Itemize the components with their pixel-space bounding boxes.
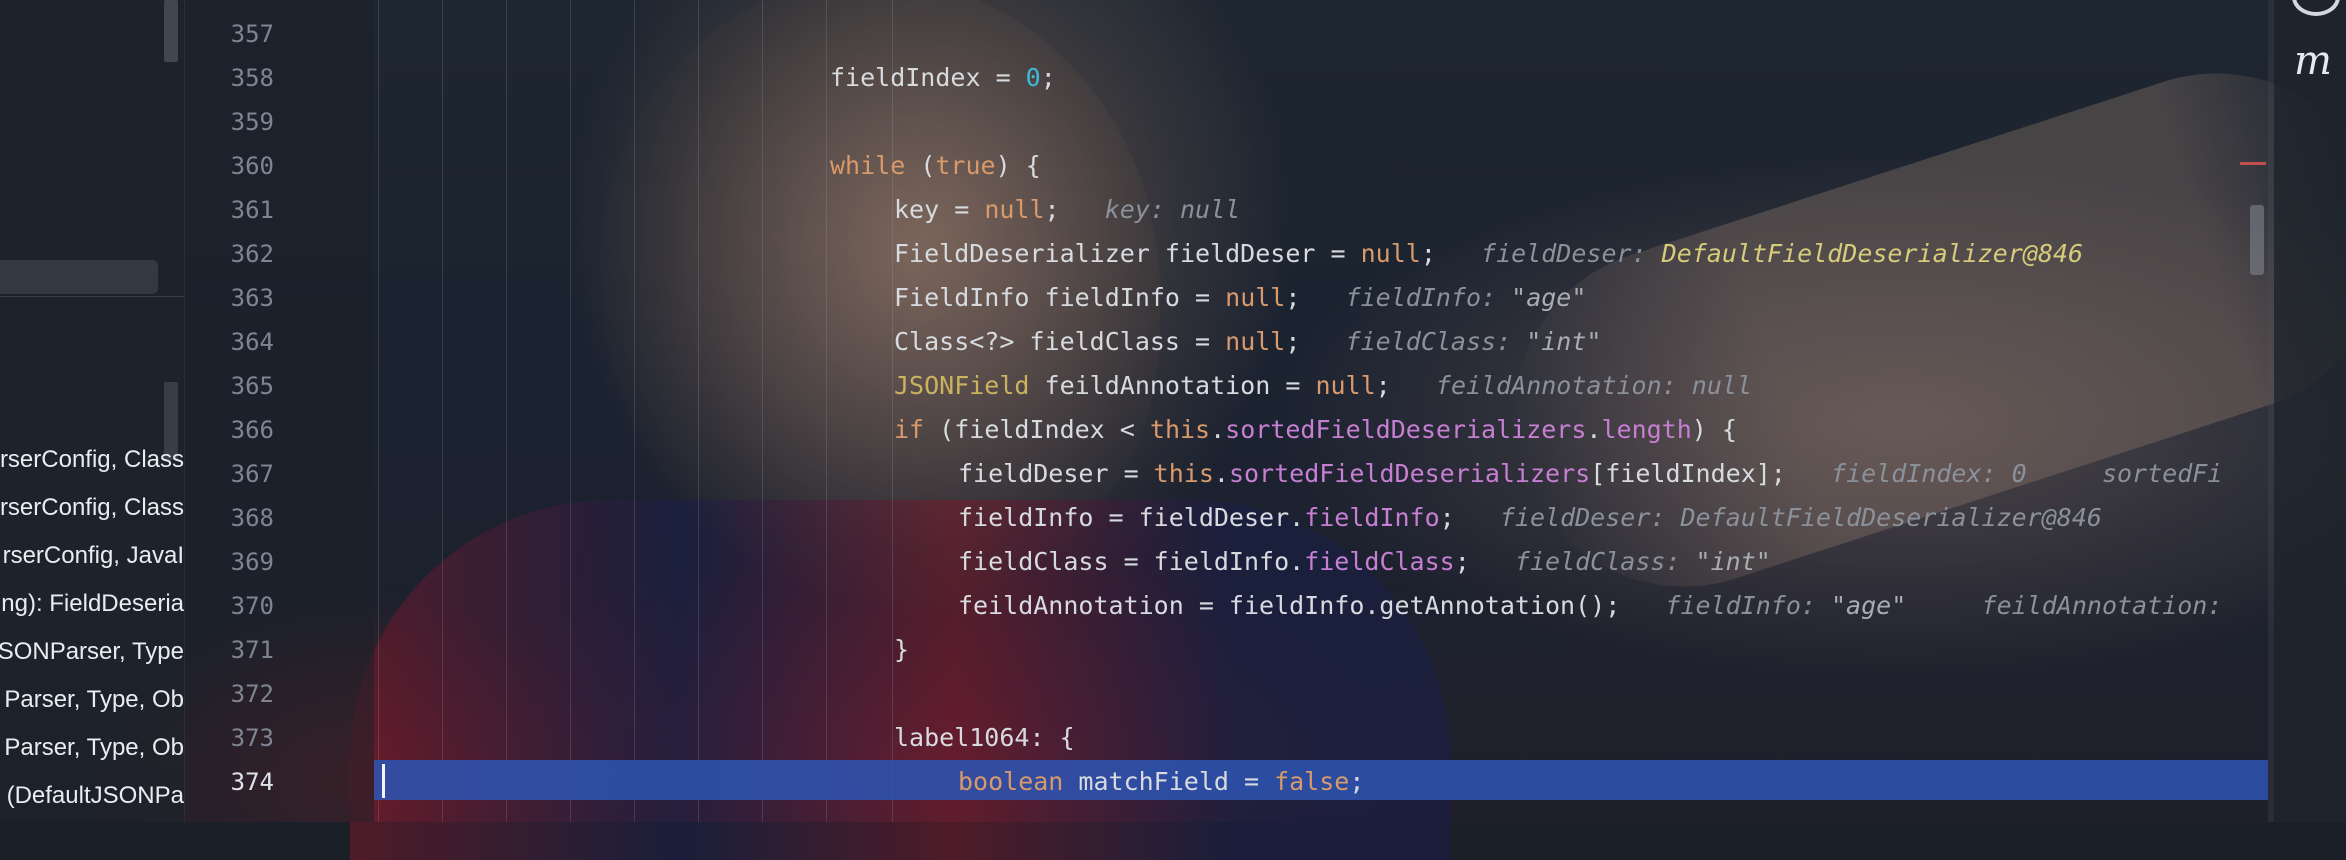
frame-item[interactable]: ng): FieldDeseria — [0, 580, 184, 628]
inline-debug-hint: fieldInfo: — [1665, 591, 1831, 620]
error-stripe-marker[interactable] — [2240, 162, 2266, 165]
code-line-373[interactable]: label1064: { — [374, 716, 2266, 760]
line-number[interactable]: 370 — [184, 584, 274, 628]
code-line-369[interactable]: fieldClass = fieldInfo.fieldClass; field… — [374, 540, 2266, 584]
line-number[interactable]: 357 — [184, 12, 274, 56]
code-line-364[interactable]: Class<?> fieldClass = null; fieldClass: … — [374, 320, 2266, 364]
line-number[interactable]: 358 — [184, 56, 274, 100]
frame-item[interactable]: SONParser, Type — [0, 628, 184, 676]
line-number[interactable]: 364 — [184, 320, 274, 364]
line-number[interactable]: 373 — [184, 716, 274, 760]
inline-debug-hint: fieldDeser: — [1481, 239, 1662, 268]
line-number[interactable]: 361 — [184, 188, 274, 232]
code-line-368[interactable]: fieldInfo = fieldDeser.fieldInfo; fieldD… — [374, 496, 2266, 540]
maven-icon[interactable]: m — [2288, 36, 2338, 86]
code-line-365[interactable]: JSONField feildAnnotation = null; feildA… — [374, 364, 2266, 408]
line-number[interactable]: 372 — [184, 672, 274, 716]
code-line-358[interactable]: fieldIndex = 0; — [374, 56, 2266, 100]
inline-debug-hint: feildAnnotation: null — [1435, 371, 1752, 400]
frame-item[interactable]: Parser, Type, Ob — [0, 676, 184, 724]
inline-debug-value: "age" — [1831, 591, 1907, 620]
right-tool-strip — [2274, 0, 2346, 822]
selected-frame-row[interactable] — [0, 260, 158, 294]
line-number[interactable]: 360 — [184, 144, 274, 188]
inline-debug-value: "int" — [1695, 547, 1771, 576]
frame-item[interactable]: rserConfig, JavaI — [0, 532, 184, 580]
code-line-367[interactable]: fieldDeser = this.sortedFieldDeserialize… — [374, 452, 2266, 496]
code-line-370[interactable]: feildAnnotation = fieldInfo.getAnnotatio… — [374, 584, 2266, 628]
code-line-371[interactable]: } — [374, 628, 2266, 672]
inline-debug-hint: fieldClass: — [1514, 547, 1696, 576]
line-number[interactable]: 369 — [184, 540, 274, 584]
code-line-363[interactable]: FieldInfo fieldInfo = null; fieldInfo: "… — [374, 276, 2266, 320]
debugger-variables-area — [0, 0, 184, 297]
code-line-361[interactable]: key = null; key: null — [374, 188, 2266, 232]
line-number[interactable]: 368 — [184, 496, 274, 540]
inline-debug-value[interactable]: DefaultFieldDeserializer@846 — [1681, 503, 2102, 532]
inline-debug-hint: sortedFi — [2101, 459, 2223, 488]
inline-debug-hint: fieldDeser: — [1499, 503, 1681, 532]
code-line-374[interactable]: boolean matchField = false; — [374, 760, 2266, 804]
line-number[interactable]: 363 — [184, 276, 274, 320]
line-number[interactable]: 366 — [184, 408, 274, 452]
code-line-360[interactable]: while (true) { — [374, 144, 2266, 188]
debugger-frames-panel: rserConfig, Class rserConfig, Class rser… — [0, 0, 185, 822]
scrollbar-thumb[interactable] — [2250, 205, 2264, 275]
frame-item[interactable]: Parser, Type, Ob — [0, 724, 184, 772]
inline-debug-hint: fieldInfo: — [1345, 283, 1512, 312]
current-line-number[interactable]: 374 — [184, 760, 274, 804]
line-number[interactable]: 367 — [184, 452, 274, 496]
code-line-362[interactable]: FieldDeserializer fieldDeser = null; fie… — [374, 232, 2266, 276]
inline-debug-hint: feildAnnotation: — [1981, 591, 2223, 620]
line-number[interactable]: 362 — [184, 232, 274, 276]
frame-item[interactable]: rserConfig, Class — [0, 484, 184, 532]
scrollbar-thumb[interactable] — [164, 0, 178, 62]
frame-item[interactable]: (DefaultJSONPa — [0, 772, 184, 820]
inline-debug-hint: key: null — [1104, 195, 1241, 224]
line-number[interactable]: 365 — [184, 364, 274, 408]
inline-debug-value: "int" — [1526, 327, 1602, 356]
inline-debug-hint: fieldIndex: 0 — [1831, 459, 2027, 488]
inline-debug-value[interactable]: DefaultFieldDeserializer@846 — [1662, 239, 2083, 268]
inline-debug-hint: fieldClass: — [1345, 327, 1527, 356]
line-number[interactable]: 371 — [184, 628, 274, 672]
code-line-366[interactable]: if (fieldIndex < this.sortedFieldDeseria… — [374, 408, 2266, 452]
frame-item[interactable]: rserConfig, Class — [0, 436, 184, 484]
inline-debug-value: "age" — [1511, 283, 1587, 312]
line-number[interactable]: 359 — [184, 100, 274, 144]
